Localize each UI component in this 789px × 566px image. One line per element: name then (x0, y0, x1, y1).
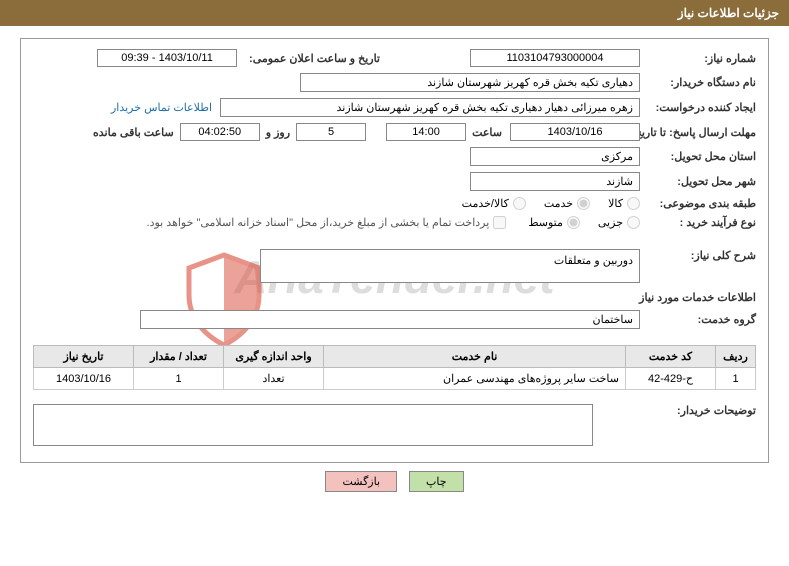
remaining-label: ساعت باقی مانده (93, 126, 174, 139)
row-purchase-type: نوع فرآیند خرید : جزیی متوسط پرداخت تمام… (33, 216, 756, 229)
th-need-date: تاریخ نیاز (34, 346, 134, 368)
buyer-org-label: نام دستگاه خریدار: (646, 76, 756, 89)
print-button[interactable]: چاپ (409, 471, 464, 492)
radio-service-item: خدمت (544, 197, 590, 210)
need-number-value: 1103104793000004 (470, 49, 640, 67)
days-and-label: روز و (266, 126, 290, 139)
row-buyer-org: نام دستگاه خریدار: دهیاری تکیه بخش قره ک… (33, 73, 756, 92)
th-unit: واحد اندازه گیری (224, 346, 324, 368)
td-unit: تعداد (224, 368, 324, 390)
general-desc-value: دوربین و متعلقات (260, 249, 640, 283)
td-service-code: ح-429-42 (626, 368, 716, 390)
row-city: شهر محل تحویل: شازند (33, 172, 756, 191)
buyer-notes-label: توضیحات خریدار: (646, 404, 756, 417)
purchase-type-radio-group: جزیی متوسط (514, 216, 640, 229)
radio-goods[interactable] (627, 197, 640, 210)
treasury-note-label: پرداخت تمام یا بخشی از مبلغ خرید،از محل … (147, 216, 490, 229)
row-requester: ایجاد کننده درخواست: زهره میرزائی دهیار … (33, 98, 756, 117)
th-qty: تعداد / مقدار (134, 346, 224, 368)
radio-medium-label: متوسط (528, 216, 563, 229)
detail-panel: شماره نیاز: 1103104793000004 تاریخ و ساع… (20, 38, 769, 463)
td-row: 1 (716, 368, 756, 390)
radio-minor[interactable] (627, 216, 640, 229)
td-service-name: ساخت سایر پروژه‌های مهندسی عمران (324, 368, 626, 390)
table-row: 1 ح-429-42 ساخت سایر پروژه‌های مهندسی عم… (34, 368, 756, 390)
row-general-desc: شرح کلی نیاز: دوربین و متعلقات (33, 249, 756, 283)
row-category: طبقه بندی موضوعی: کالا خدمت کالا/خدمت (33, 197, 756, 210)
row-province: استان محل تحویل: مرکزی (33, 147, 756, 166)
services-table: ردیف کد خدمت نام خدمت واحد اندازه گیری ت… (33, 345, 756, 390)
radio-medium[interactable] (567, 216, 580, 229)
province-label: استان محل تحویل: (646, 150, 756, 163)
td-need-date: 1403/10/16 (34, 368, 134, 390)
announce-label: تاریخ و ساعت اعلان عمومی: (249, 52, 380, 65)
radio-goods-item: کالا (608, 197, 640, 210)
button-bar: چاپ بازگشت (0, 471, 789, 492)
treasury-checkbox-row: پرداخت تمام یا بخشی از مبلغ خرید،از محل … (147, 216, 507, 229)
radio-goods-service[interactable] (513, 197, 526, 210)
th-row: ردیف (716, 346, 756, 368)
radio-minor-item: جزیی (598, 216, 640, 229)
category-label: طبقه بندی موضوعی: (646, 197, 756, 210)
services-info-title: اطلاعات خدمات مورد نیاز (33, 291, 756, 304)
requester-value: زهره میرزائی دهیار دهیاری تکیه بخش قره ک… (220, 98, 640, 117)
time-label: ساعت (472, 126, 502, 139)
buyer-org-value: دهیاری تکیه بخش قره کهریز شهرستان شازند (300, 73, 640, 92)
buyer-notes-value (33, 404, 593, 446)
need-number-label: شماره نیاز: (646, 52, 756, 65)
row-need-number: شماره نیاز: 1103104793000004 تاریخ و ساع… (33, 49, 756, 67)
radio-service[interactable] (577, 197, 590, 210)
row-buyer-notes: توضیحات خریدار: (33, 404, 756, 446)
buyer-contact-link[interactable]: اطلاعات تماس خریدار (111, 101, 212, 114)
radio-service-label: خدمت (544, 197, 573, 210)
general-desc-label: شرح کلی نیاز: (646, 249, 756, 262)
treasury-checkbox[interactable] (493, 216, 506, 229)
service-group-label: گروه خدمت: (646, 313, 756, 326)
radio-goods-service-item: کالا/خدمت (462, 197, 526, 210)
row-deadline: مهلت ارسال پاسخ: تا تاریخ: 1403/10/16 سا… (33, 123, 756, 141)
th-service-name: نام خدمت (324, 346, 626, 368)
city-label: شهر محل تحویل: (646, 175, 756, 188)
purchase-type-label: نوع فرآیند خرید : (646, 216, 756, 229)
requester-label: ایجاد کننده درخواست: (646, 101, 756, 114)
days-count-value: 5 (296, 123, 366, 141)
td-qty: 1 (134, 368, 224, 390)
deadline-label: مهلت ارسال پاسخ: تا تاریخ: (646, 126, 756, 139)
page-header: جزئیات اطلاعات نیاز (0, 0, 789, 26)
radio-goods-service-label: کالا/خدمت (462, 197, 509, 210)
deadline-date-value: 1403/10/16 (510, 123, 640, 141)
back-button[interactable]: بازگشت (325, 471, 397, 492)
row-service-group: گروه خدمت: ساختمان (33, 310, 756, 329)
announce-value: 1403/10/11 - 09:39 (97, 49, 237, 67)
province-value: مرکزی (470, 147, 640, 166)
category-radio-group: کالا خدمت کالا/خدمت (448, 197, 640, 210)
table-header-row: ردیف کد خدمت نام خدمت واحد اندازه گیری ت… (34, 346, 756, 368)
service-group-value: ساختمان (140, 310, 640, 329)
deadline-time-value: 14:00 (386, 123, 466, 141)
radio-minor-label: جزیی (598, 216, 623, 229)
page-title: جزئیات اطلاعات نیاز (678, 6, 779, 20)
th-service-code: کد خدمت (626, 346, 716, 368)
radio-goods-label: کالا (608, 197, 623, 210)
city-value: شازند (470, 172, 640, 191)
radio-medium-item: متوسط (528, 216, 580, 229)
countdown-value: 04:02:50 (180, 123, 260, 141)
